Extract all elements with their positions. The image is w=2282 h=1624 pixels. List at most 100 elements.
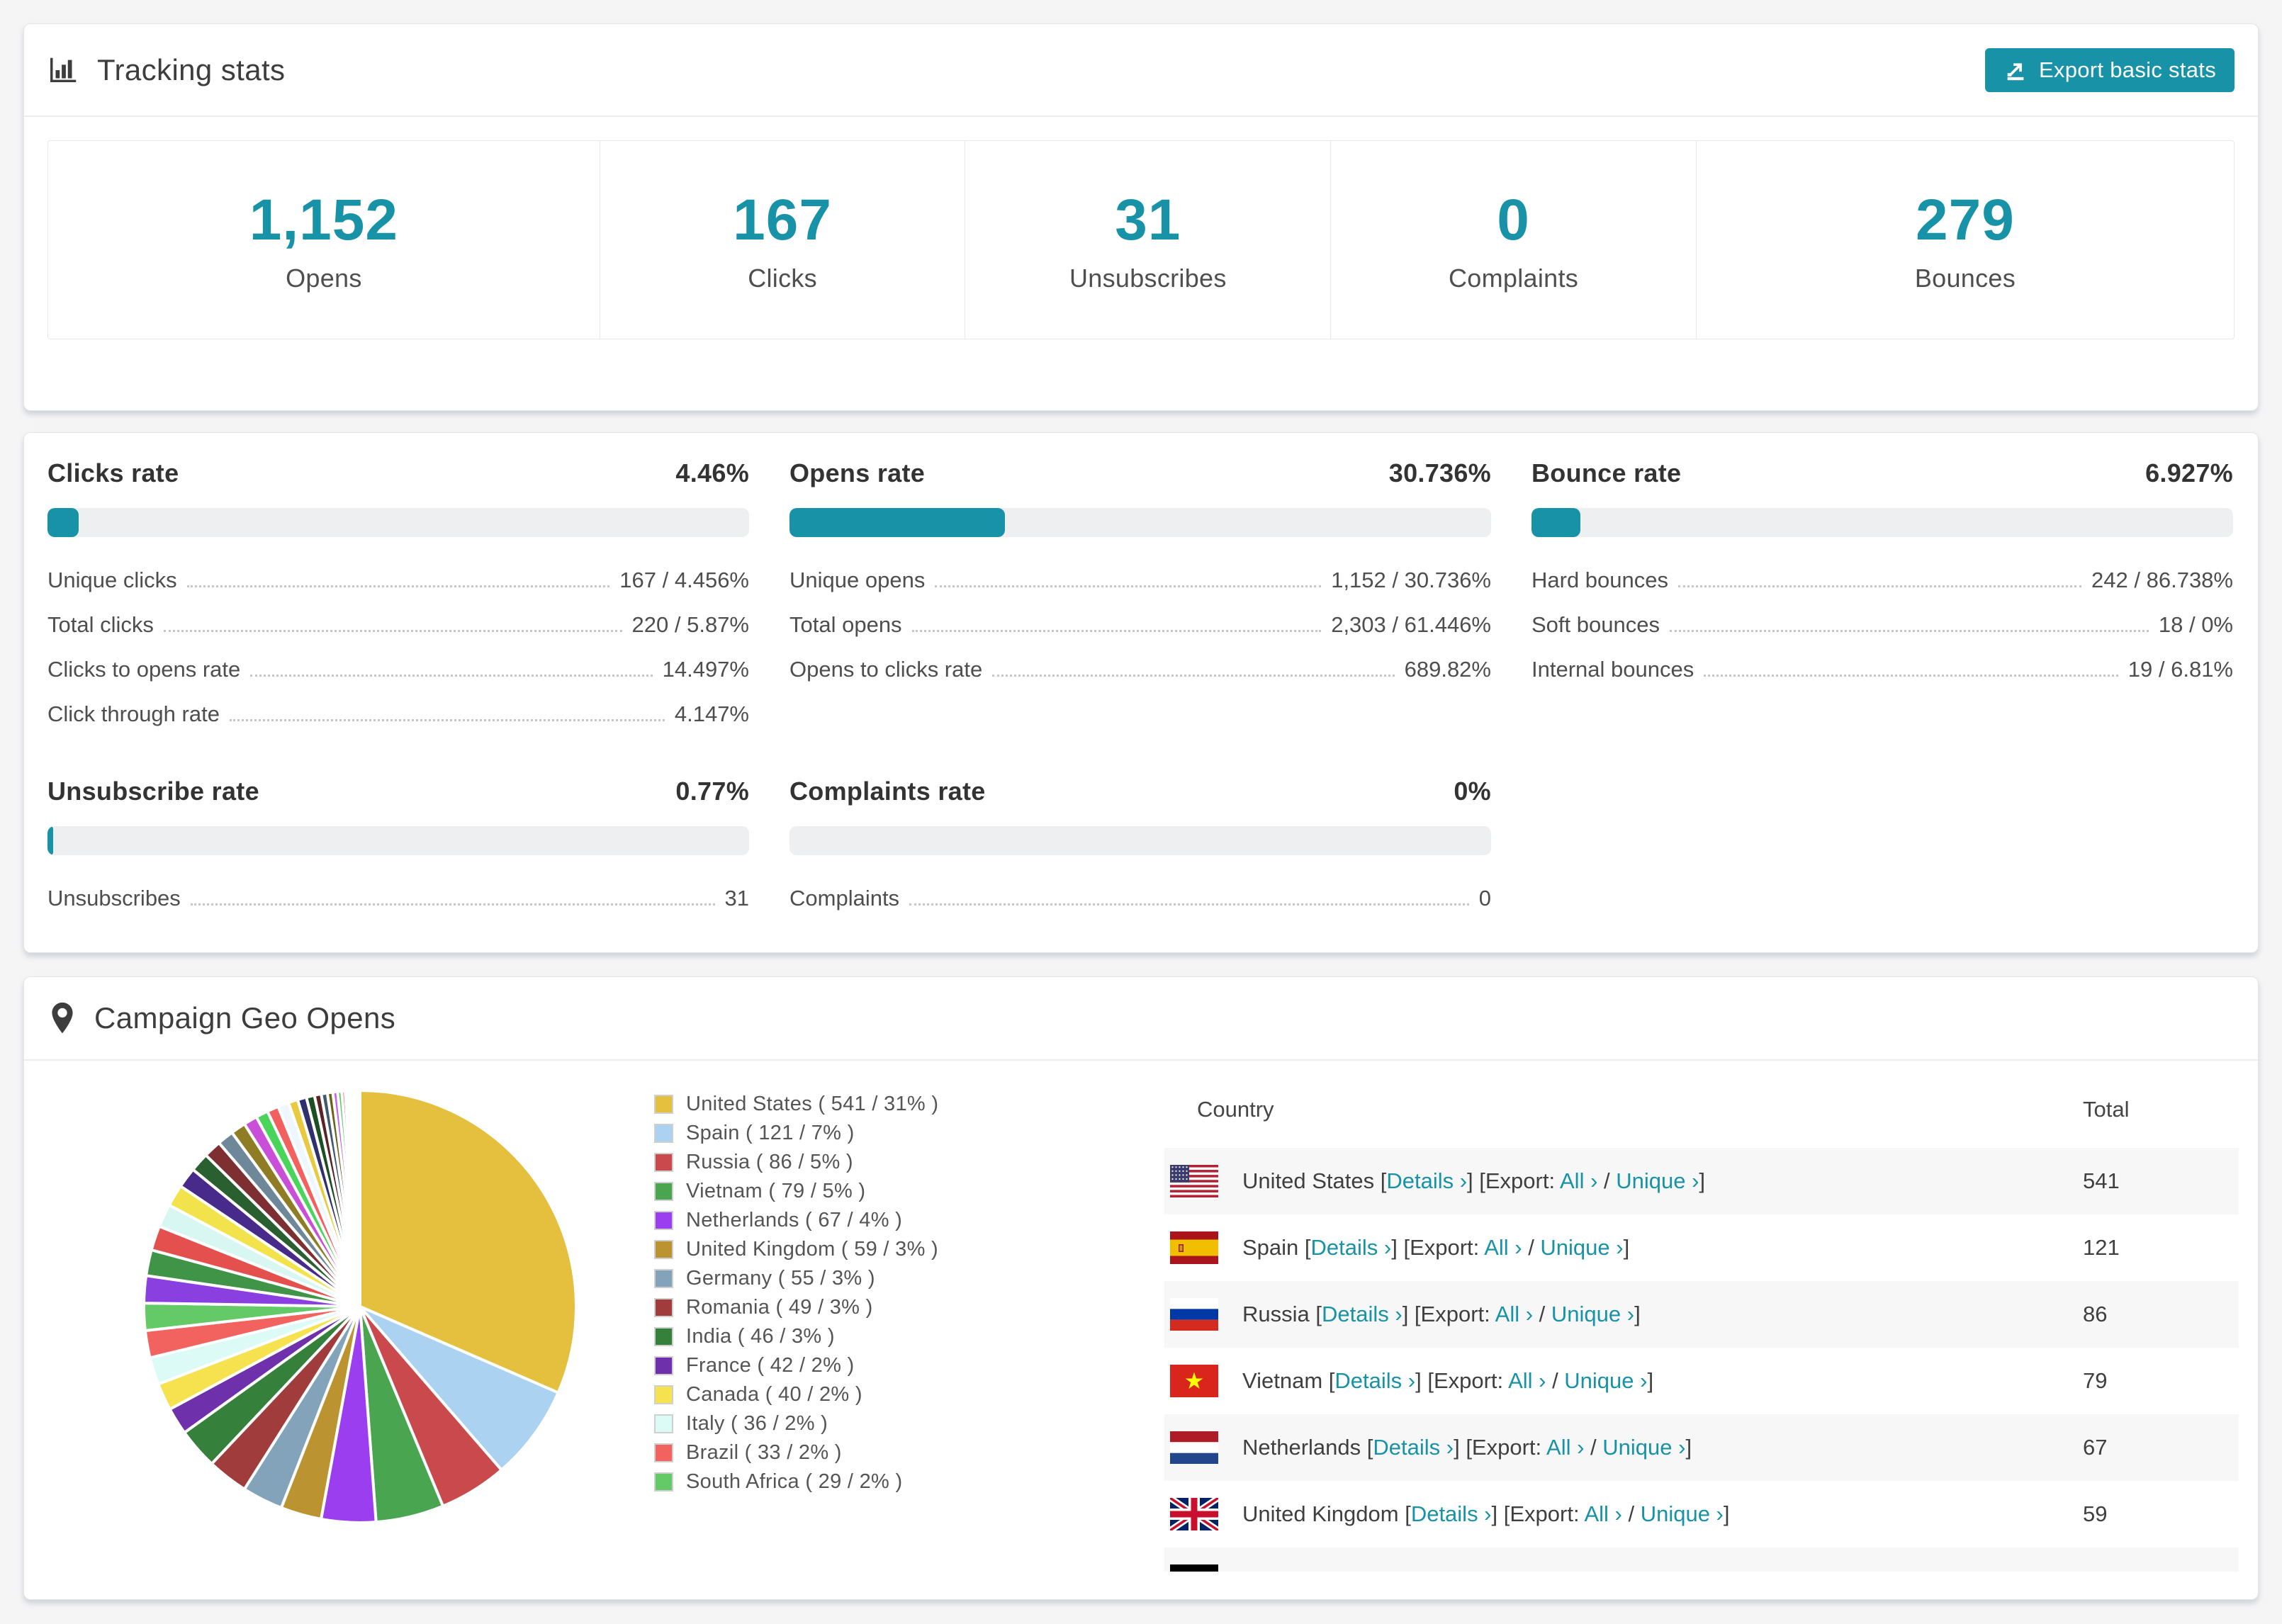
rates-grid: Clicks rate 4.46% Unique clicks 167 / 4.456… [24, 433, 2258, 911]
legend-label: South Africa ( 29 / 2% ) [686, 1470, 903, 1493]
country-total: 67 [2083, 1435, 2108, 1460]
details-link[interactable]: Details › [1386, 1168, 1467, 1193]
export-unique-link[interactable]: Unique › [1540, 1235, 1623, 1260]
export-unique-link[interactable]: Unique › [1564, 1368, 1647, 1393]
details-link[interactable]: Details › [1411, 1501, 1492, 1526]
rate-value: 0% [1454, 777, 1491, 806]
legend-item: Romania ( 49 / 3% ) [654, 1296, 938, 1319]
rate-title: Unsubscribe rate [47, 777, 259, 806]
legend-swatch [654, 1123, 673, 1143]
export-button-label: Export basic stats [2038, 57, 2216, 82]
stat-value-unsubscribes: 31 [1115, 187, 1181, 252]
rate-detail-label: Hard bounces [1531, 568, 1669, 592]
country-column-header: Country [1197, 1096, 1274, 1122]
export-all-link[interactable]: All › [1518, 1568, 1556, 1572]
details-link[interactable]: Details › [1345, 1568, 1426, 1572]
export-basic-stats-button[interactable]: Export basic stats [1984, 47, 2235, 92]
bracket-text: [ [1361, 1435, 1373, 1460]
rate-header-complaints-rate: Complaints rate 0% [789, 777, 1491, 806]
legend-item: Spain ( 121 / 7% ) [654, 1121, 938, 1144]
rate-title: Bounce rate [1531, 458, 1682, 487]
progress-bar-fill [1531, 508, 1580, 537]
rate-detail-row: Opens to clicks rate 689.82% [789, 656, 1491, 682]
stat-label-bounces: Bounces [1914, 263, 2016, 293]
progress-bar-fill [47, 508, 79, 537]
details-link[interactable]: Details › [1311, 1235, 1392, 1260]
separator-text: / [1556, 1568, 1575, 1572]
rate-detail-value: 18 / 0% [2158, 612, 2233, 637]
bracket-text: ] [Export: [1467, 1168, 1560, 1193]
rate-detail-row: Unsubscribes 31 [47, 885, 749, 911]
details-link[interactable]: Details › [1373, 1435, 1454, 1460]
flag-nl-icon [1170, 1431, 1218, 1464]
rate-value: 6.927% [2145, 458, 2233, 487]
flag-us-icon [1170, 1165, 1218, 1197]
tracking-title-group: Tracking stats [47, 53, 285, 87]
flag-ru-icon [1170, 1298, 1218, 1331]
dotted-leader [186, 585, 610, 587]
rate-detail-label: Complaints [789, 886, 900, 910]
rate-detail-row: Total clicks 220 / 5.87% [47, 611, 749, 638]
rate-detail-label: Soft bounces [1531, 612, 1660, 637]
rate-value: 30.736% [1388, 458, 1491, 487]
export-unique-link[interactable]: Unique › [1616, 1168, 1699, 1193]
table-row-gb: United Kingdom [Details ›] [Export: All … [1164, 1481, 2239, 1547]
tracking-stats-card: Tracking stats Export basic stats 1,152 O… [23, 23, 2259, 411]
legend-swatch [654, 1210, 673, 1230]
stat-label-clicks: Clicks [748, 263, 817, 293]
legend-swatch [654, 1268, 673, 1288]
country-cell: United Kingdom [Details ›] [Export: All … [1164, 1501, 1730, 1527]
export-all-link[interactable]: All › [1495, 1302, 1533, 1326]
legend-label: Spain ( 121 / 7% ) [686, 1121, 855, 1144]
legend-label: Canada ( 40 / 2% ) [686, 1382, 862, 1406]
export-unique-link[interactable]: Unique › [1551, 1302, 1634, 1326]
pie-chart-svg [142, 1088, 578, 1524]
bracket-text: ] [1723, 1501, 1730, 1526]
bracket-text: [ [1298, 1235, 1311, 1260]
rate-detail-rows: Unsubscribes 31 [47, 885, 749, 911]
legend-swatch [654, 1443, 673, 1462]
rate-detail-label: Total clicks [47, 612, 154, 637]
progress-bar-bounce-rate [1531, 508, 2233, 537]
table-row-nl: Netherlands [Details ›] [Export: All › /… [1164, 1414, 2239, 1481]
progress-bar-opens-rate [789, 508, 1491, 537]
legend-item: India ( 46 / 3% ) [654, 1324, 938, 1348]
rate-detail-label: Opens to clicks rate [789, 657, 983, 682]
rate-detail-row: Internal bounces 19 / 6.81% [1531, 656, 2233, 682]
export-all-link[interactable]: All › [1584, 1501, 1621, 1526]
export-all-link[interactable]: All › [1546, 1435, 1584, 1460]
export-unique-link[interactable]: Unique › [1575, 1568, 1658, 1572]
details-link[interactable]: Details › [1334, 1368, 1415, 1393]
details-link[interactable]: Details › [1322, 1302, 1403, 1326]
export-unique-link[interactable]: Unique › [1641, 1501, 1724, 1526]
legend-label: United Kingdom ( 59 / 3% ) [686, 1237, 938, 1261]
bar-chart-icon [47, 54, 80, 86]
legend-item: France ( 42 / 2% ) [654, 1354, 938, 1377]
bracket-text: ] [1685, 1435, 1692, 1460]
legend-item: United Kingdom ( 59 / 3% ) [654, 1237, 938, 1261]
stat-cell-clicks: 167 Clicks [600, 141, 966, 339]
bracket-text: ] [Export: [1454, 1435, 1547, 1460]
legend-label: Netherlands ( 67 / 4% ) [686, 1208, 903, 1231]
rate-detail-label: Clicks to opens rate [47, 657, 241, 682]
rate-block-clicks-rate: Clicks rate 4.46% Unique clicks 167 / 4.456… [47, 458, 749, 727]
stat-value-opens: 1,152 [249, 187, 398, 252]
export-all-link[interactable]: All › [1508, 1368, 1546, 1393]
legend-label: India ( 46 / 3% ) [686, 1324, 835, 1348]
rate-detail-value: 2,303 / 61.446% [1331, 612, 1491, 637]
bracket-text: ] [1658, 1568, 1664, 1572]
legend-item: Brazil ( 33 / 2% ) [654, 1441, 938, 1464]
export-unique-link[interactable]: Unique › [1602, 1435, 1685, 1460]
rate-detail-rows: Unique opens 1,152 / 30.736% Total opens 2,… [789, 567, 1491, 682]
rate-header-unsubscribe-rate: Unsubscribe rate 0.77% [47, 777, 749, 806]
tracking-dashboard: Tracking stats Export basic stats 1,152 O… [0, 0, 2282, 1624]
export-all-link[interactable]: All › [1484, 1235, 1522, 1260]
legend-item: Russia ( 86 / 5% ) [654, 1151, 938, 1173]
separator-text: / [1533, 1302, 1551, 1326]
legend-swatch [654, 1414, 673, 1433]
export-all-link[interactable]: All › [1560, 1168, 1597, 1193]
country-name: United States [1242, 1168, 1375, 1193]
rate-block-unsubscribe-rate: Unsubscribe rate 0.77% Unsubscribes 31 [47, 777, 749, 911]
legend-label: United States ( 541 / 31% ) [686, 1092, 939, 1115]
rate-detail-rows: Unique clicks 167 / 4.456% Total clicks 220… [47, 567, 749, 727]
